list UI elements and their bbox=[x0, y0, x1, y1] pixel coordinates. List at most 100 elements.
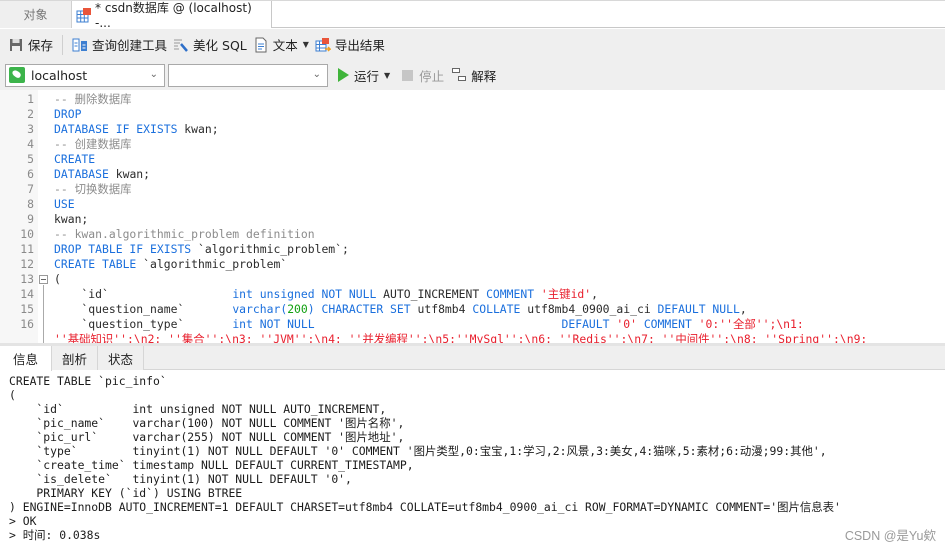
toolbar-divider bbox=[62, 34, 64, 55]
code-token: DEFAULT bbox=[561, 317, 610, 331]
code-line[interactable]: 16 `question_type` int NOT NULL DEFAULT … bbox=[0, 317, 945, 332]
line-number: 5 bbox=[27, 152, 34, 166]
beautify-wand-icon bbox=[173, 37, 189, 53]
export-results-button[interactable]: 导出结果 bbox=[312, 33, 388, 57]
line-number: 13 bbox=[20, 272, 34, 286]
line-number: 6 bbox=[27, 167, 34, 181]
code-token: COMMENT bbox=[643, 317, 692, 331]
output-line: > OK bbox=[9, 514, 37, 528]
code-text: ''基础知识'':\n2: ''集合'':\n3: ''JVM'':\n4: '… bbox=[54, 332, 867, 343]
output-line: CREATE TABLE `pic_info` bbox=[9, 374, 167, 388]
code-line[interactable]: 9 kwan; bbox=[0, 212, 945, 227]
code-text: DROP bbox=[54, 107, 81, 122]
fold-collapse-icon[interactable] bbox=[39, 275, 48, 284]
code-line[interactable]: 4 -- 创建数据库 bbox=[0, 137, 945, 152]
code-token: '0' bbox=[609, 317, 644, 331]
save-button[interactable]: 保存 bbox=[5, 33, 56, 57]
tab-objects-label: 对象 bbox=[23, 8, 48, 22]
run-label: 运行 bbox=[354, 68, 380, 84]
line-number: 11 bbox=[20, 242, 34, 256]
output-line: ) ENGINE=InnoDB AUTO_INCREMENT=1 DEFAULT… bbox=[9, 500, 841, 514]
code-token: -- kwan.algorithmic_problem definition bbox=[54, 227, 315, 241]
tab-status[interactable]: 状态 bbox=[98, 346, 144, 370]
code-line[interactable]: 14 `id` int unsigned NOT NULL AUTO_INCRE… bbox=[0, 287, 945, 302]
text-mode-label: 文本 bbox=[272, 38, 298, 53]
code-line[interactable]: 2 DROP bbox=[0, 107, 945, 122]
code-token: ) CHARACTER SET bbox=[307, 302, 411, 316]
code-text: -- 切换数据库 bbox=[54, 182, 132, 197]
code-token: int unsigned NOT NULL bbox=[232, 287, 377, 301]
code-token: `algorithmic_problem` bbox=[136, 257, 288, 271]
line-number: 8 bbox=[27, 197, 34, 211]
code-line[interactable]: 8 USE bbox=[0, 197, 945, 212]
code-token: `id` bbox=[54, 287, 233, 301]
connection-bar: localhost ⌄ ⌄ 运行 ▼ 停止 解释 bbox=[0, 60, 945, 90]
code-token: `question_name` bbox=[54, 302, 233, 316]
output-line: `create_time` timestamp NULL DEFAULT CUR… bbox=[9, 458, 414, 472]
code-text: `question_type` int NOT NULL DEFAULT '0'… bbox=[54, 317, 803, 332]
code-token: utf8mb4 bbox=[410, 302, 473, 316]
code-token: ''基础知识'':\n2: ''集合'':\n3: ''JVM'':\n4: '… bbox=[54, 332, 868, 343]
message-output: CREATE TABLE `pic_info` ( `id` int unsig… bbox=[0, 371, 945, 556]
dropdown-caret-icon[interactable]: ▼ bbox=[303, 40, 309, 49]
code-token: CREATE bbox=[54, 152, 96, 166]
code-line[interactable]: ''基础知识'':\n2: ''集合'':\n3: ''JVM'':\n4: '… bbox=[0, 332, 945, 343]
code-token: -- 创建数据库 bbox=[54, 137, 132, 151]
save-disk-icon bbox=[8, 37, 24, 53]
explain-button[interactable]: 解释 bbox=[452, 66, 496, 85]
line-number: 9 bbox=[27, 212, 34, 226]
code-text: `id` int unsigned NOT NULL AUTO_INCREMEN… bbox=[54, 287, 598, 302]
stop-icon bbox=[402, 69, 414, 81]
tab-query-editor[interactable]: * csdn数据库 @ (localhost) -... bbox=[72, 1, 272, 30]
connection-select[interactable]: localhost ⌄ bbox=[5, 63, 165, 87]
code-token: DATABASE IF EXISTS bbox=[54, 122, 178, 136]
explain-label: 解释 bbox=[471, 68, 497, 84]
document-tab-strip: 对象 * csdn数据库 @ (localhost) -... bbox=[0, 0, 945, 30]
play-icon bbox=[338, 68, 349, 82]
code-line[interactable]: 7 -- 切换数据库 bbox=[0, 182, 945, 197]
code-text: -- kwan.algorithmic_problem definition bbox=[54, 227, 315, 242]
run-button[interactable]: 运行 ▼ bbox=[338, 66, 390, 85]
line-number: 7 bbox=[27, 182, 34, 196]
code-line[interactable]: 6 DATABASE kwan; bbox=[0, 167, 945, 182]
code-token: int NOT NULL bbox=[232, 317, 315, 331]
text-mode-button[interactable]: 文本 ▼ bbox=[250, 33, 312, 57]
code-token: -- 删除数据库 bbox=[54, 92, 132, 106]
code-line[interactable]: 5 CREATE bbox=[0, 152, 945, 167]
watermark: CSDN @是Yu欸 bbox=[844, 529, 936, 543]
sql-editor[interactable]: 1 -- 删除数据库 2 DROP 3 DATABASE IF EXISTS kwan; 4… bbox=[0, 90, 945, 343]
stop-button[interactable]: 停止 bbox=[402, 66, 444, 85]
code-line[interactable]: 15 `question_name` varchar(200) CHARACTE… bbox=[0, 302, 945, 317]
chevron-down-icon: ⌄ bbox=[149, 68, 158, 80]
tab-info[interactable]: 信息 bbox=[0, 346, 52, 371]
explain-tree-icon bbox=[452, 68, 467, 82]
stop-label: 停止 bbox=[419, 68, 445, 84]
editor-toolbar: 保存 查询创建工具 美化 SQL 文本 ▼ 导出结果 bbox=[0, 29, 945, 60]
database-select[interactable]: ⌄ bbox=[168, 63, 328, 87]
query-builder-button[interactable]: 查询创建工具 bbox=[69, 33, 170, 57]
code-token: , bbox=[591, 287, 599, 301]
run-dropdown-caret-icon[interactable]: ▼ bbox=[384, 71, 390, 80]
code-line[interactable]: 11 DROP TABLE IF EXISTS `algorithmic_prob… bbox=[0, 242, 945, 257]
tab-objects[interactable]: 对象 bbox=[0, 1, 72, 28]
mysql-connection-icon bbox=[9, 67, 25, 83]
code-line[interactable]: 12 CREATE TABLE `algorithmic_problem` bbox=[0, 257, 945, 272]
code-line[interactable]: 10 -- kwan.algorithmic_problem definition bbox=[0, 227, 945, 242]
code-text: `question_name` varchar(200) CHARACTER S… bbox=[54, 302, 746, 317]
code-token: varchar( bbox=[232, 302, 288, 316]
code-token: '主键id' bbox=[534, 287, 592, 301]
code-token: DATABASE bbox=[54, 167, 109, 181]
beautify-sql-button[interactable]: 美化 SQL bbox=[170, 33, 250, 57]
code-token: kwan; bbox=[54, 212, 89, 226]
code-line[interactable]: 3 DATABASE IF EXISTS kwan; bbox=[0, 122, 945, 137]
code-line[interactable]: 1 -- 删除数据库 bbox=[0, 92, 945, 107]
tab-profile[interactable]: 剖析 bbox=[52, 346, 98, 370]
code-token: COLLATE bbox=[472, 302, 521, 316]
tab-query-label: * csdn数据库 @ (localhost) -... bbox=[95, 1, 252, 30]
code-line[interactable]: 13 ( bbox=[0, 272, 945, 287]
code-token: AUTO_INCREMENT bbox=[376, 287, 487, 301]
result-panel-tabs: 信息 剖析 状态 bbox=[0, 346, 945, 371]
code-text: DATABASE kwan; bbox=[54, 167, 150, 182]
code-text: CREATE bbox=[54, 152, 95, 167]
